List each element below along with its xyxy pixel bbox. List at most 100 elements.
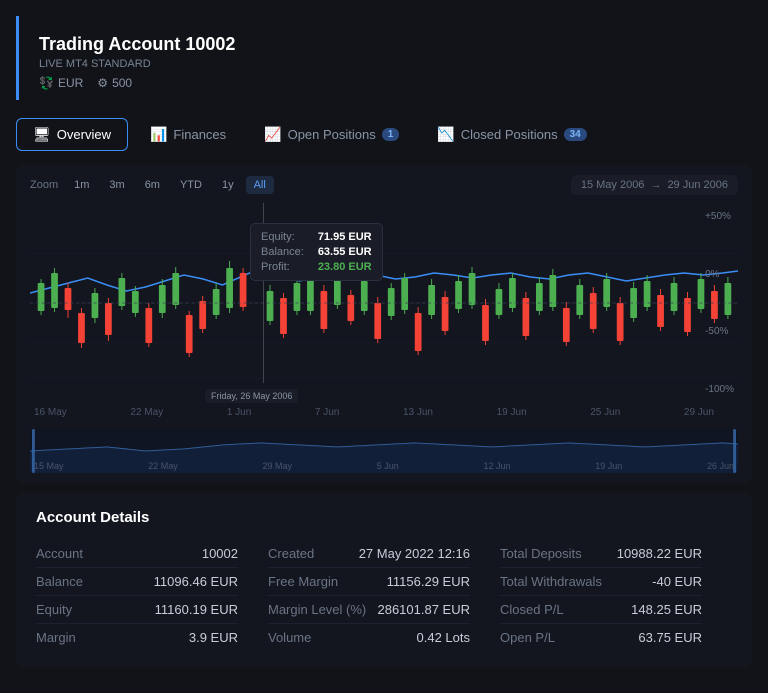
nav-finances-label: Finances: [173, 127, 226, 142]
chart-tooltip: Equity: 71.95 EUR Balance: 63.55 EUR Pro…: [250, 223, 383, 281]
value-total-withdrawals: -40 EUR: [652, 574, 702, 589]
details-col-2: Created 27 May 2022 12:16 Free Margin 11…: [268, 540, 500, 651]
label-account: Account: [36, 546, 83, 561]
label-equity: Equity: [36, 602, 72, 617]
x-label-7: 29 Jun: [684, 407, 714, 418]
closed-positions-badge: 34: [564, 128, 587, 141]
account-header: Trading Account 10002 LIVE MT4 STANDARD …: [16, 16, 752, 100]
detail-total-deposits: Total Deposits 10988.22 EUR: [500, 540, 702, 568]
mini-x-labels: 15 May 22 May 29 May 5 Jun 12 Jun 19 Jun…: [30, 461, 738, 471]
currency-value: EUR: [58, 76, 83, 90]
y-label-50p: +50%: [705, 211, 734, 222]
value-account: 10002: [202, 546, 238, 561]
closed-positions-icon: 📉: [437, 126, 454, 143]
tooltip-profit-label: Profit:: [261, 261, 290, 273]
account-subtitle: LIVE MT4 STANDARD: [39, 58, 732, 70]
details-col-3: Total Deposits 10988.22 EUR Total Withdr…: [500, 540, 732, 651]
account-title: Trading Account 10002: [39, 34, 732, 55]
detail-margin-level: Margin Level (%) 286101.87 EUR: [268, 596, 470, 624]
leverage-meta: ⚙ 500: [97, 76, 132, 90]
overview-icon: 🖥: [33, 126, 51, 143]
detail-equity: Equity 11160.19 EUR: [36, 596, 238, 624]
detail-open-pl: Open P/L 63.75 EUR: [500, 624, 702, 651]
detail-balance: Balance 11096.46 EUR: [36, 568, 238, 596]
label-total-withdrawals: Total Withdrawals: [500, 574, 602, 589]
value-margin: 3.9 EUR: [189, 630, 238, 645]
account-details-section: Account Details Account 10002 Balance 11…: [16, 493, 752, 667]
leverage-icon: ⚙: [97, 76, 108, 90]
label-total-deposits: Total Deposits: [500, 546, 582, 561]
nav-closed-positions-label: Closed Positions: [461, 127, 558, 142]
zoom-ytd[interactable]: YTD: [172, 176, 210, 194]
value-volume: 0.42 Lots: [417, 630, 471, 645]
currency-meta: 💱 EUR: [39, 76, 83, 90]
date-to: 29 Jun 2006: [667, 179, 728, 191]
nav-finances[interactable]: 📊 Finances: [134, 119, 242, 150]
label-created: Created: [268, 546, 314, 561]
mini-x-2: 29 May: [262, 461, 292, 471]
zoom-label: Zoom: [30, 179, 58, 191]
nav-open-positions-label: Open Positions: [288, 127, 376, 142]
mini-x-4: 12 Jun: [483, 461, 510, 471]
x-label-5: 19 Jun: [497, 407, 527, 418]
y-label-0: 0%: [705, 269, 734, 280]
value-closed-pl: 148.25 EUR: [631, 602, 702, 617]
date-arrow: →: [650, 179, 661, 191]
label-volume: Volume: [268, 630, 311, 645]
detail-created: Created 27 May 2022 12:16: [268, 540, 470, 568]
value-equity: 11160.19 EUR: [155, 602, 238, 617]
nav-closed-positions[interactable]: 📉 Closed Positions 34: [421, 119, 602, 150]
detail-volume: Volume 0.42 Lots: [268, 624, 470, 651]
x-axis-area: Friday, 26 May 2006 16 May 22 May 1 Jun …: [30, 403, 738, 425]
tooltip-balance-label: Balance:: [261, 246, 304, 258]
tooltip-profit-row: Profit: 23.80 EUR: [261, 261, 372, 273]
zoom-1m[interactable]: 1m: [66, 176, 97, 194]
tooltip-equity-row: Equity: 71.95 EUR: [261, 231, 372, 243]
value-created: 27 May 2022 12:16: [359, 546, 470, 561]
currency-icon: 💱: [39, 76, 54, 90]
mini-chart[interactable]: 15 May 22 May 29 May 5 Jun 12 Jun 19 Jun…: [30, 429, 738, 473]
value-open-pl: 63.75 EUR: [638, 630, 702, 645]
mini-x-5: 19 Jun: [595, 461, 622, 471]
label-margin: Margin: [36, 630, 76, 645]
main-chart[interactable]: Equity: 71.95 EUR Balance: 63.55 EUR Pro…: [30, 203, 738, 403]
finances-icon: 📊: [150, 126, 167, 143]
x-label-6: 25 Jun: [590, 407, 620, 418]
value-balance: 11096.46 EUR: [154, 574, 238, 589]
account-details-title: Account Details: [36, 509, 732, 526]
mini-x-6: 26 Jun: [707, 461, 734, 471]
x-label-2: 1 Jun: [227, 407, 251, 418]
value-margin-level: 286101.87 EUR: [377, 602, 470, 617]
x-axis: 16 May 22 May 1 Jun 7 Jun 13 Jun 19 Jun …: [30, 403, 738, 420]
chart-svg: [30, 203, 738, 403]
label-free-margin: Free Margin: [268, 574, 338, 589]
account-meta: 💱 EUR ⚙ 500: [39, 76, 732, 90]
x-label-1: 22 May: [130, 407, 163, 418]
zoom-6m[interactable]: 6m: [137, 176, 168, 194]
open-positions-icon: 📈: [264, 126, 281, 143]
label-open-pl: Open P/L: [500, 630, 555, 645]
tooltip-equity-label: Equity:: [261, 231, 295, 243]
x-label-3: 7 Jun: [315, 407, 339, 418]
detail-account: Account 10002: [36, 540, 238, 568]
details-grid: Account 10002 Balance 11096.46 EUR Equit…: [36, 540, 732, 651]
x-label-0: 16 May: [34, 407, 67, 418]
date-from: 15 May 2006: [581, 179, 645, 191]
value-free-margin: 11156.29 EUR: [387, 574, 470, 589]
zoom-all[interactable]: All: [246, 176, 274, 194]
zoom-3m[interactable]: 3m: [101, 176, 132, 194]
mini-x-1: 22 May: [148, 461, 178, 471]
nav-overview[interactable]: 🖥 Overview: [16, 118, 128, 151]
navigation: 🖥 Overview 📊 Finances 📈 Open Positions 1…: [0, 108, 768, 161]
details-col-1: Account 10002 Balance 11096.46 EUR Equit…: [36, 540, 268, 651]
label-closed-pl: Closed P/L: [500, 602, 564, 617]
chart-section: Zoom 1m 3m 6m YTD 1y All 15 May 2006 → 2…: [16, 165, 752, 483]
value-total-deposits: 10988.22 EUR: [617, 546, 702, 561]
x-label-4: 13 Jun: [403, 407, 433, 418]
detail-free-margin: Free Margin 11156.29 EUR: [268, 568, 470, 596]
detail-total-withdrawals: Total Withdrawals -40 EUR: [500, 568, 702, 596]
mini-x-3: 5 Jun: [377, 461, 399, 471]
nav-open-positions[interactable]: 📈 Open Positions 1: [248, 119, 415, 150]
zoom-1y[interactable]: 1y: [214, 176, 242, 194]
label-balance: Balance: [36, 574, 83, 589]
